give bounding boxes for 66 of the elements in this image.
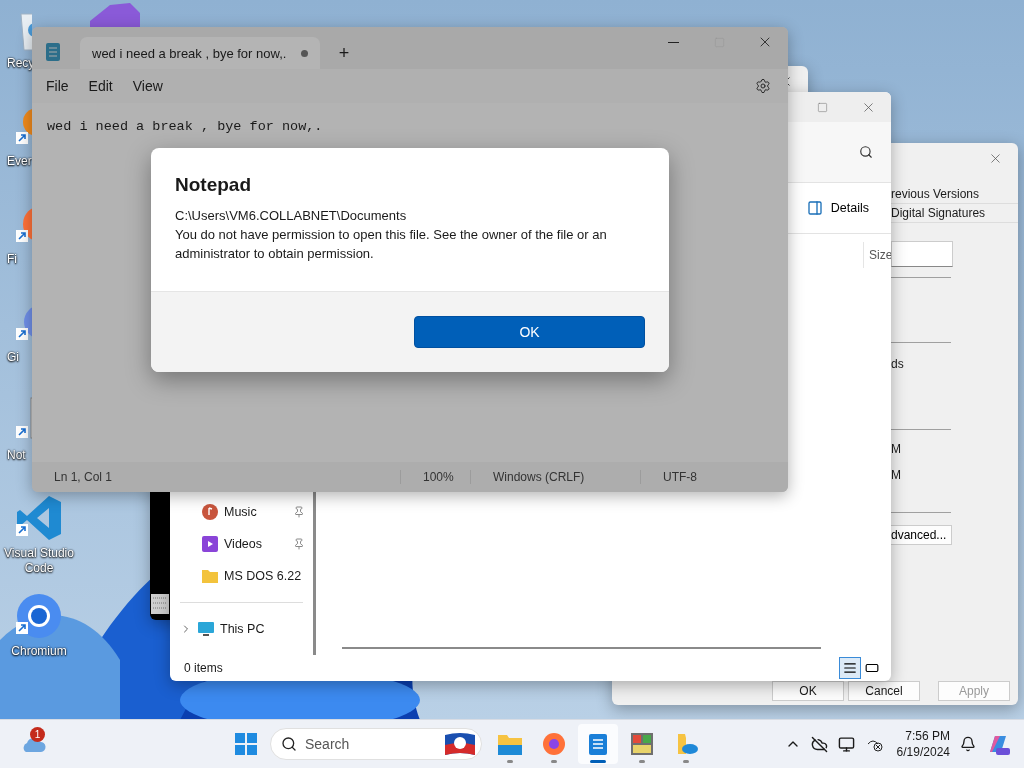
column-header[interactable]: Size xyxy=(863,242,891,268)
search-icon[interactable] xyxy=(859,145,873,159)
file-path: C:\Users\VM6.COLLABNET\Documents xyxy=(175,207,408,225)
text-field[interactable] xyxy=(891,241,953,267)
nav-item[interactable]: This PC xyxy=(170,613,313,645)
chromium-icon[interactable] xyxy=(15,592,63,640)
desktop-icon-label: Chromium xyxy=(10,644,68,659)
advanced-button[interactable]: dvanced... xyxy=(891,525,952,545)
menu-item[interactable]: Edit xyxy=(78,78,123,94)
menu-item[interactable]: File xyxy=(36,78,79,94)
dialog-button[interactable]: Cancel xyxy=(848,681,920,701)
search-field[interactable]: Search xyxy=(270,728,482,761)
minimize-icon xyxy=(667,41,679,43)
status-text: Ln 1, Col 1 xyxy=(53,470,114,484)
details-view-button[interactable] xyxy=(839,657,861,679)
property-label: M xyxy=(891,442,902,456)
status-text: 100% xyxy=(400,470,470,484)
search-icon xyxy=(281,736,297,753)
nav-item[interactable]: MS DOS 6.22 xyxy=(170,560,313,592)
bell-icon[interactable] xyxy=(960,736,976,753)
menu-item[interactable]: View xyxy=(122,78,173,94)
desktop-icon-label: Visual Studio Code xyxy=(3,546,75,576)
property-label: M xyxy=(891,468,902,482)
desktop-icon-label: Ever xyxy=(7,154,32,169)
clock-date[interactable]: 6/19/2024 xyxy=(896,744,950,761)
maximize-icon xyxy=(816,101,828,113)
new-tab-button[interactable]: + xyxy=(324,37,364,69)
control-panel-icon xyxy=(630,732,654,757)
status-text: UTF-8 xyxy=(640,470,788,484)
notepad-icon xyxy=(46,43,60,61)
document-tab[interactable]: wed i need a break , bye for now,. xyxy=(80,37,320,69)
list-icon xyxy=(843,661,857,675)
flag-icon xyxy=(443,731,477,758)
desktop-icon-label: Gi xyxy=(7,350,19,365)
rectangle-icon xyxy=(865,661,879,675)
windows-logo-icon xyxy=(235,733,257,756)
clock-time[interactable]: 7:56 PM xyxy=(905,728,950,745)
notification-badge: 1 xyxy=(30,727,45,743)
dos-window-icon xyxy=(151,594,169,614)
desktop-icon-label: Fi xyxy=(7,252,17,267)
monitor-icon xyxy=(198,621,214,637)
vscode-icon[interactable] xyxy=(15,494,63,542)
details-button[interactable]: Details xyxy=(800,196,875,220)
notepad-icon xyxy=(588,732,608,757)
music-icon xyxy=(202,504,218,520)
video-icon xyxy=(202,536,218,552)
folder-icon xyxy=(202,569,218,583)
settings-icon xyxy=(755,78,771,94)
nav-item[interactable]: Videos xyxy=(170,528,313,560)
cloud-off-icon[interactable] xyxy=(810,735,828,753)
scrollbar[interactable] xyxy=(342,647,821,649)
nav-item[interactable]: Music xyxy=(170,496,313,528)
status-text: Windows (CRLF) xyxy=(470,470,640,484)
dialog-message: You do not have permission to open this file. See the owner of the file or an administrator to obtain permission. xyxy=(175,226,608,263)
document-text: wed i need a break , bye for now,. xyxy=(47,119,323,134)
taskbar-app-button[interactable] xyxy=(578,724,618,765)
desktop-icon-label: Not xyxy=(7,448,26,463)
item-count: 0 items xyxy=(184,661,224,675)
ok-button[interactable]: OK xyxy=(414,316,645,348)
dialog-button[interactable]: OK xyxy=(772,681,844,701)
firefox-icon xyxy=(542,732,566,757)
folder-icon xyxy=(498,733,522,756)
dialog-title: Notepad xyxy=(175,174,252,196)
monitor-icon[interactable] xyxy=(837,735,855,753)
details-pane-icon xyxy=(806,200,823,216)
property-label: ds xyxy=(891,357,905,371)
